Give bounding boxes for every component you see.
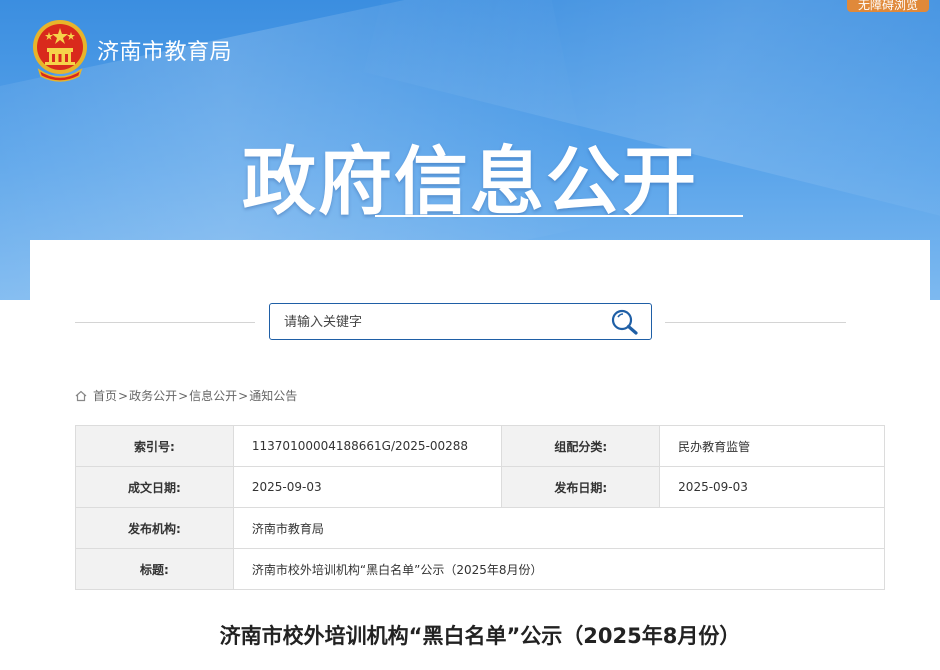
table-row: 索引号: 11370100004188661G/2025-00288 组配分类:…	[75, 425, 885, 467]
hero-underline	[375, 215, 743, 217]
breadcrumb-item-notices[interactable]: 通知公告	[249, 387, 297, 404]
table-row: 成文日期: 2025-09-03 发布日期: 2025-09-03	[75, 466, 885, 508]
site-name[interactable]: 济南市教育局	[97, 34, 232, 66]
category-value: 民办教育监管	[659, 425, 885, 467]
publisher-label: 发布机构:	[75, 507, 234, 549]
search-box	[269, 303, 652, 340]
search-input[interactable]	[282, 311, 606, 333]
table-row: 标题: 济南市校外培训机构“黑白名单”公示（2025年8月份）	[75, 548, 886, 590]
breadcrumb-separator: >	[238, 388, 249, 403]
created-date-value: 2025-09-03	[232, 466, 503, 508]
home-icon	[75, 390, 87, 401]
search-divider-right	[665, 322, 846, 323]
title-label: 标题:	[75, 548, 234, 590]
table-row: 发布机构: 济南市教育局	[75, 507, 886, 549]
category-label: 组配分类:	[501, 425, 661, 467]
title-value: 济南市校外培训机构“黑白名单”公示（2025年8月份）	[232, 548, 886, 590]
published-date-label: 发布日期:	[501, 466, 661, 508]
index-value: 11370100004188661G/2025-00288	[232, 425, 503, 467]
hero-title: 政府信息公开	[242, 139, 698, 225]
search-divider-left	[75, 322, 255, 323]
created-date-label: 成文日期:	[75, 466, 234, 508]
breadcrumb-item-disclosure[interactable]: 信息公开	[189, 387, 237, 404]
document-title: 济南市校外培训机构“黑白名单”公示（2025年8月份）	[219, 624, 741, 648]
breadcrumb-separator: >	[118, 388, 129, 403]
breadcrumb-item-affairs[interactable]: 政务公开	[129, 387, 177, 404]
publisher-value: 济南市教育局	[232, 507, 886, 549]
index-label: 索引号:	[75, 425, 234, 467]
breadcrumb-separator: >	[178, 388, 189, 403]
metadata-table: 索引号: 11370100004188661G/2025-00288 组配分类:…	[75, 425, 886, 590]
breadcrumb-item-home[interactable]: 首页	[93, 387, 117, 404]
published-date-value: 2025-09-03	[659, 466, 885, 508]
search-icon[interactable]	[610, 308, 640, 336]
breadcrumb: 首页 > 政务公开 > 信息公开 > 通知公告	[75, 387, 297, 404]
accessibility-button[interactable]: 无障碍浏览	[847, 0, 929, 12]
main-content: 首页 > 政务公开 > 信息公开 > 通知公告 索引号: 11370100004…	[30, 240, 930, 670]
national-emblem-icon	[33, 20, 87, 82]
